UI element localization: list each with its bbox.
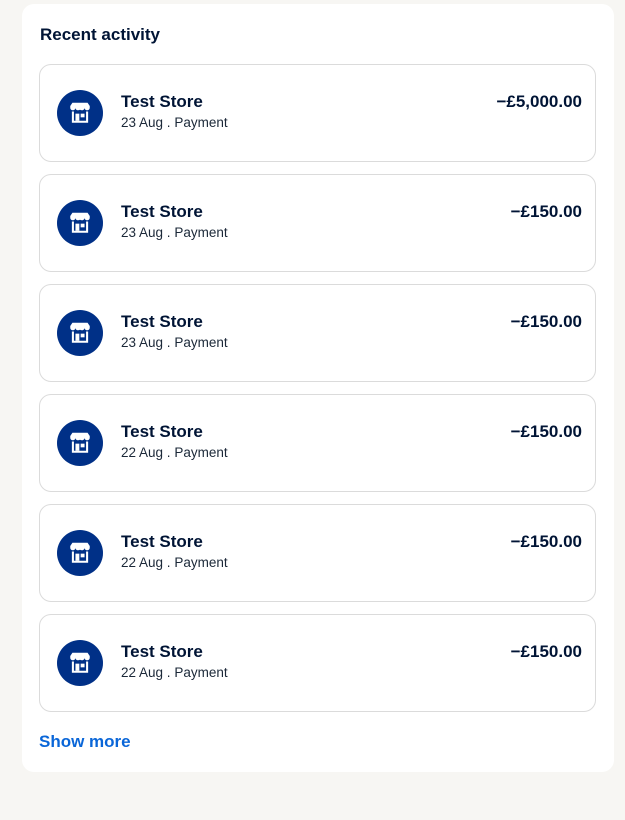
- transaction-meta: 23 Aug . Payment: [121, 335, 228, 351]
- store-icon: [57, 420, 103, 466]
- transaction-amount: −£5,000.00: [496, 92, 582, 111]
- transaction-amount: −£150.00: [510, 312, 582, 331]
- meta-separator: .: [163, 445, 175, 460]
- store-icon: [57, 310, 103, 356]
- transaction-type: Payment: [174, 335, 228, 350]
- transaction-date: 23 Aug: [121, 115, 164, 130]
- transaction-date: 22 Aug: [121, 555, 164, 570]
- activity-item[interactable]: Test Store 23 Aug . Payment −£5,000.00: [39, 64, 596, 162]
- transaction-amount: −£150.00: [510, 532, 582, 551]
- transaction-amount: −£150.00: [510, 422, 582, 441]
- merchant-name: Test Store: [121, 92, 203, 111]
- merchant-name: Test Store: [121, 642, 203, 661]
- activity-item[interactable]: Test Store 23 Aug . Payment −£150.00: [39, 284, 596, 382]
- transaction-date: 22 Aug: [121, 445, 164, 460]
- transaction-meta: 22 Aug . Payment: [121, 445, 228, 461]
- merchant-name: Test Store: [121, 312, 203, 331]
- transaction-meta: 23 Aug . Payment: [121, 225, 228, 241]
- store-icon: [57, 200, 103, 246]
- store-icon: [57, 90, 103, 136]
- activity-list: Test Store 23 Aug . Payment −£5,000.00 T…: [39, 64, 596, 724]
- activity-item[interactable]: Test Store 22 Aug . Payment −£150.00: [39, 504, 596, 602]
- meta-separator: .: [163, 335, 175, 350]
- transaction-amount: −£150.00: [510, 202, 582, 221]
- transaction-meta: 22 Aug . Payment: [121, 555, 228, 571]
- recent-activity-panel: Recent activity Test Store 23 Aug . Paym…: [22, 4, 614, 772]
- meta-separator: .: [163, 225, 175, 240]
- meta-separator: .: [163, 555, 175, 570]
- store-icon: [57, 640, 103, 686]
- transaction-date: 23 Aug: [121, 335, 164, 350]
- merchant-name: Test Store: [121, 532, 203, 551]
- transaction-type: Payment: [174, 225, 228, 240]
- transaction-date: 23 Aug: [121, 225, 164, 240]
- transaction-type: Payment: [174, 445, 228, 460]
- transaction-amount: −£150.00: [510, 642, 582, 661]
- transaction-type: Payment: [174, 665, 228, 680]
- transaction-type: Payment: [174, 115, 228, 130]
- store-icon: [57, 530, 103, 576]
- transaction-meta: 23 Aug . Payment: [121, 115, 228, 131]
- activity-item[interactable]: Test Store 22 Aug . Payment −£150.00: [39, 394, 596, 492]
- merchant-name: Test Store: [121, 422, 203, 441]
- section-title: Recent activity: [40, 25, 160, 44]
- activity-item[interactable]: Test Store 23 Aug . Payment −£150.00: [39, 174, 596, 272]
- meta-separator: .: [163, 115, 175, 130]
- transaction-type: Payment: [174, 555, 228, 570]
- transaction-meta: 22 Aug . Payment: [121, 665, 228, 681]
- merchant-name: Test Store: [121, 202, 203, 221]
- meta-separator: .: [163, 665, 175, 680]
- transaction-date: 22 Aug: [121, 665, 164, 680]
- show-more-link[interactable]: Show more: [39, 732, 131, 752]
- activity-item[interactable]: Test Store 22 Aug . Payment −£150.00: [39, 614, 596, 712]
